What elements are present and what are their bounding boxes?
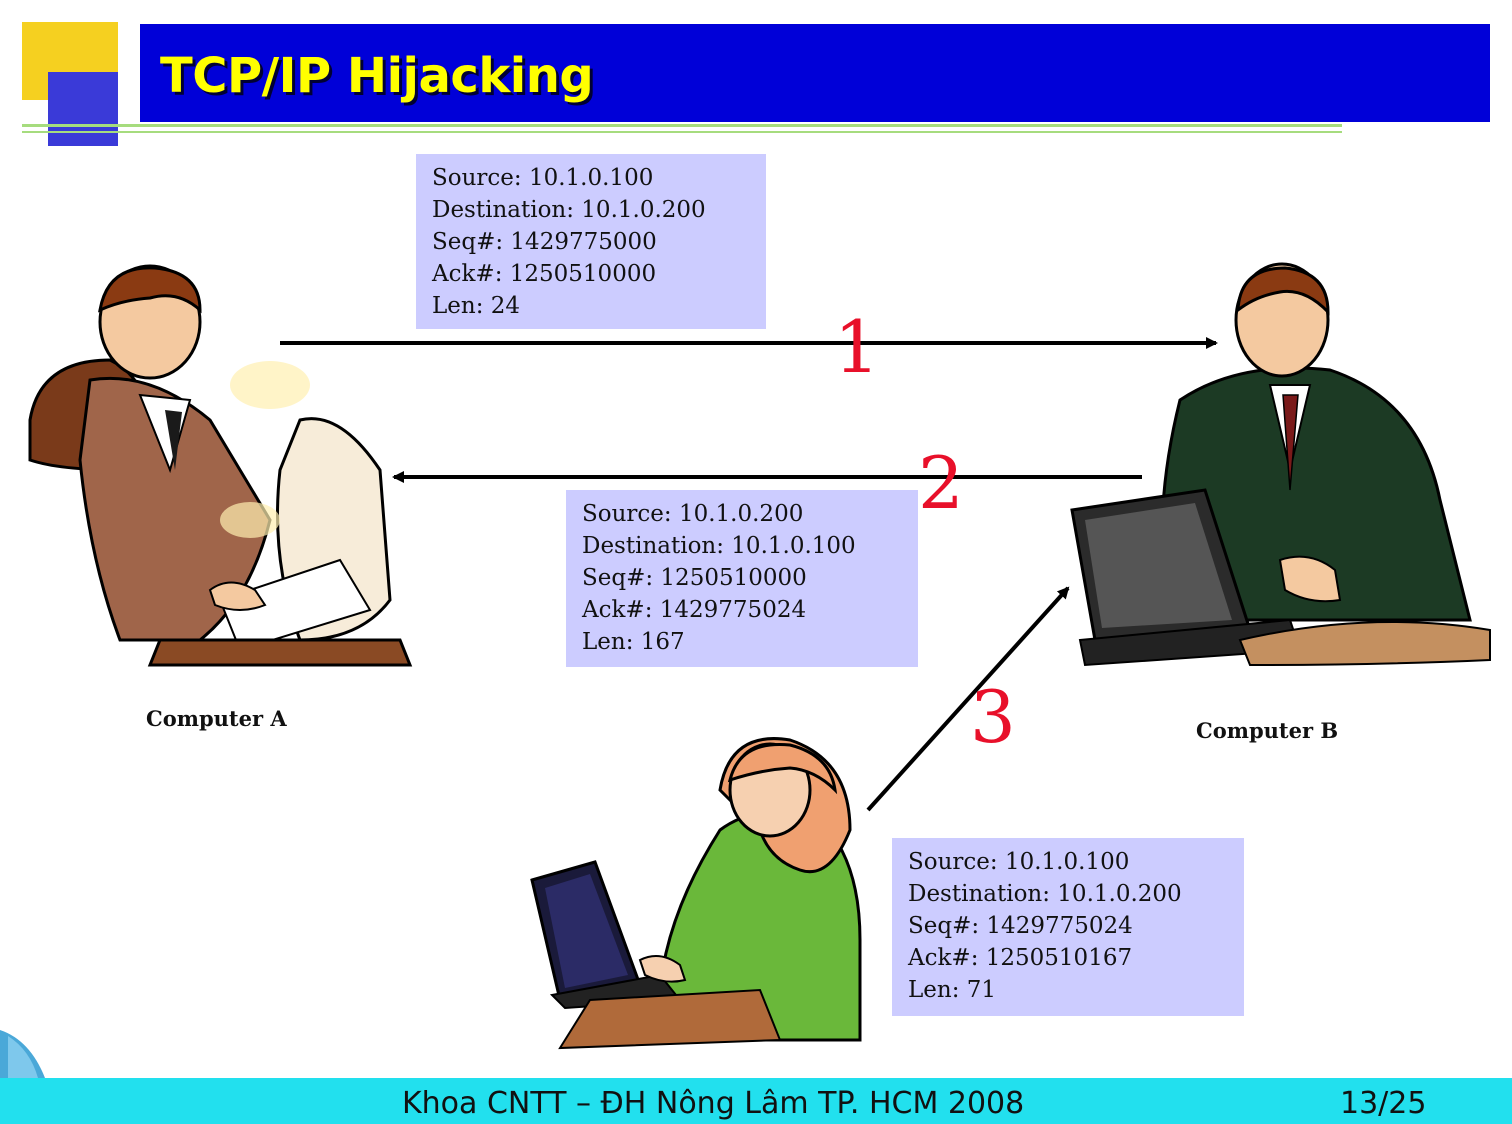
footer-text: Khoa CNTT – ĐH Nông Lâm TP. HCM 2008: [402, 1086, 1025, 1121]
packet-ack: Ack#: 1250510000: [432, 261, 657, 287]
packet-destination: Destination: 10.1.0.200: [432, 197, 706, 223]
packet-ack: Ack#: 1429775024: [582, 597, 807, 623]
step-number-2: 2: [918, 441, 964, 525]
businessman-computer-icon: [28, 264, 413, 667]
packet-len: Len: 71: [908, 977, 997, 1003]
packet-info-2: Source: 10.1.0.200 Destination: 10.1.0.1…: [566, 490, 918, 667]
packet-source: Source: 10.1.0.200: [582, 501, 804, 527]
page-number: 13/25: [1340, 1086, 1427, 1121]
computer-a-label: Computer A: [146, 706, 287, 731]
packet-seq: Seq#: 1429775024: [908, 913, 1133, 939]
packet-source: Source: 10.1.0.100: [432, 165, 654, 191]
computer-b-label: Computer B: [1196, 718, 1339, 743]
packet-info-3: Source: 10.1.0.100 Destination: 10.1.0.2…: [892, 838, 1244, 1016]
packet-seq: Seq#: 1250510000: [582, 565, 807, 591]
packet-info-1: Source: 10.1.0.100 Destination: 10.1.0.2…: [416, 154, 766, 329]
packet-ack: Ack#: 1250510167: [908, 945, 1133, 971]
woman-laptop-icon: [530, 737, 862, 1050]
step-number-3: 3: [970, 675, 1016, 759]
packet-seq: Seq#: 1429775000: [432, 229, 657, 255]
packet-source: Source: 10.1.0.100: [908, 849, 1130, 875]
businessman-laptop-icon: [1070, 262, 1491, 667]
step-number-1: 1: [834, 305, 880, 389]
packet-len: Len: 167: [582, 629, 685, 655]
footer-bar: Khoa CNTT – ĐH Nông Lâm TP. HCM 2008 13/…: [0, 1078, 1512, 1124]
packet-len: Len: 24: [432, 293, 521, 319]
packet-destination: Destination: 10.1.0.200: [908, 881, 1182, 907]
packet-destination: Destination: 10.1.0.100: [582, 533, 856, 559]
